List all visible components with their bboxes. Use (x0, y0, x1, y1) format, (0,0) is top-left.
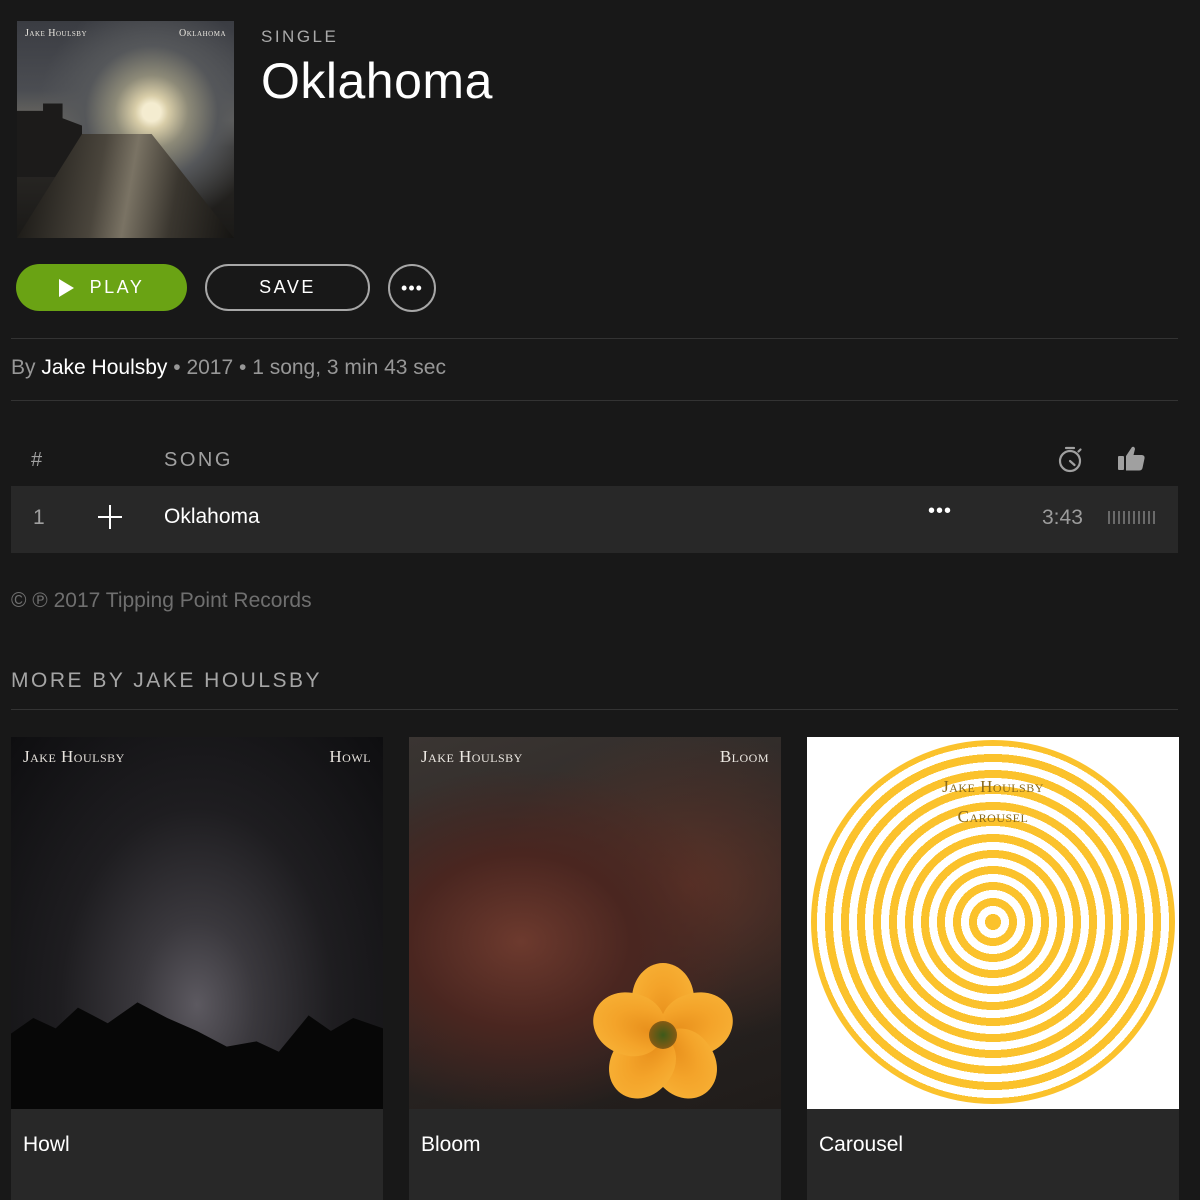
album-art-howl[interactable]: Jake Houlsby Howl (11, 737, 383, 1109)
meta-by-prefix: By (11, 356, 36, 379)
album-art-carousel[interactable]: Jake Houlsby Carousel (807, 737, 1179, 1109)
cover-artist-text: Jake Houlsby (25, 28, 88, 39)
play-icon (58, 278, 74, 297)
column-header-number: # (31, 449, 43, 471)
divider (11, 709, 1178, 710)
album-page: Jake Houlsby Oklahoma SINGLE Oklahoma PL… (0, 0, 1200, 1200)
album-cover: Jake Houlsby Oklahoma (17, 21, 234, 238)
copyright-text: © ℗ 2017 Tipping Point Records (11, 589, 312, 612)
save-button-label: SAVE (259, 277, 316, 297)
art-title-text: Bloom (719, 747, 769, 766)
album-meta: By Jake Houlsby • 2017 • 1 song, 3 min 4… (11, 356, 446, 380)
album-card-howl[interactable]: Jake Houlsby Howl Howl (11, 737, 383, 1200)
album-card-bloom[interactable]: Jake Houlsby Bloom Bloom (409, 737, 781, 1200)
album-card-carousel[interactable]: Jake Houlsby Carousel Carousel (807, 737, 1179, 1200)
play-button-label: PLAY (89, 277, 145, 297)
album-card-title[interactable]: Bloom (421, 1133, 481, 1157)
track-row[interactable]: 1 Oklahoma ••• 3:43 (11, 486, 1178, 553)
track-duration: 3:43 (1042, 506, 1083, 529)
album-type-label: SINGLE (261, 27, 339, 46)
save-button[interactable]: SAVE (205, 264, 370, 311)
divider (11, 338, 1178, 339)
more-by-heading: MORE BY JAKE HOULSBY (11, 669, 323, 692)
album-card-title[interactable]: Howl (23, 1133, 70, 1157)
album-art-bloom[interactable]: Jake Houlsby Bloom (409, 737, 781, 1109)
track-more-button[interactable]: ••• (928, 500, 952, 523)
more-icon: ••• (401, 277, 423, 298)
track-number: 1 (33, 506, 45, 529)
divider (11, 400, 1178, 401)
album-card-title[interactable]: Carousel (819, 1133, 903, 1157)
artist-link[interactable]: Jake Houlsby (41, 356, 167, 379)
popularity-meter (1108, 511, 1155, 524)
art-artist-text: Jake Houlsby (421, 747, 523, 766)
cover-title-text: Oklahoma (179, 28, 226, 39)
track-title[interactable]: Oklahoma (164, 505, 260, 529)
more-options-button[interactable]: ••• (388, 264, 436, 312)
art-artist-text: Jake Houlsby (23, 747, 125, 766)
stopwatch-icon[interactable] (1055, 444, 1085, 474)
meta-details: • 2017 • 1 song, 3 min 43 sec (173, 356, 446, 379)
art-title-text: Carousel (957, 807, 1029, 826)
column-header-song[interactable]: SONG (164, 449, 233, 472)
art-title-text: Howl (329, 747, 371, 766)
album-title: Oklahoma (261, 53, 493, 109)
play-button[interactable]: PLAY (16, 264, 187, 311)
thumbs-up-icon[interactable] (1116, 444, 1146, 474)
plus-icon[interactable] (98, 505, 122, 529)
art-artist-text: Jake Houlsby (942, 777, 1044, 796)
